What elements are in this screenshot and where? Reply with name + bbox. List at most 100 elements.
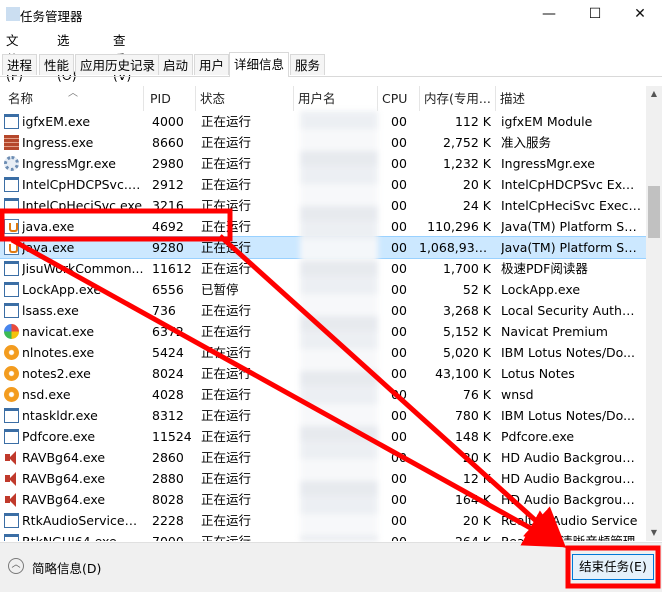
process-pid: 11524 [152, 429, 192, 444]
process-cpu: 00 [391, 156, 407, 171]
close-button[interactable]: ✕ [617, 0, 662, 28]
column-username[interactable]: 用户名 [294, 86, 378, 111]
window-icon [4, 429, 19, 444]
process-pid: 4000 [152, 114, 184, 129]
process-cpu: 00 [391, 177, 407, 192]
process-name: java.exe [22, 219, 75, 234]
vertical-scrollbar[interactable]: ▲ ▼ [646, 86, 662, 541]
process-name: Pdfcore.exe [22, 429, 96, 444]
tab-users[interactable]: 用户 [194, 54, 230, 75]
process-status: 正在运行 [201, 387, 252, 402]
process-name: nsd.exe [22, 387, 71, 402]
window-icon [4, 261, 19, 276]
java-icon [4, 219, 19, 234]
process-cpu: 00 [391, 114, 407, 129]
window-title: 任务管理器 [20, 9, 83, 24]
process-status: 正在运行 [201, 135, 252, 150]
column-pid[interactable]: PID [146, 86, 196, 111]
process-memory: 20 K [462, 513, 491, 528]
process-cpu: 00 [391, 282, 407, 297]
tab-processes[interactable]: 进程 [2, 54, 38, 75]
process-pid: 6372 [152, 324, 184, 339]
tab-details[interactable]: 详细信息 [229, 52, 290, 77]
tab-performance[interactable]: 性能 [39, 54, 75, 75]
navicat-icon [4, 324, 19, 339]
process-memory: 43,100 K [435, 366, 491, 381]
process-status: 正在运行 [201, 366, 252, 381]
process-description: HD Audio Backgroun... [501, 471, 641, 486]
process-cpu: 00 [391, 324, 407, 339]
process-status: 正在运行 [201, 303, 252, 318]
window-icon [4, 303, 19, 318]
process-memory: 1,232 K [443, 156, 491, 171]
process-memory: 264 K [419, 531, 491, 541]
column-memory[interactable]: 内存(专用... [420, 86, 496, 111]
process-name: java.exe [22, 240, 75, 255]
column-status[interactable]: 状态 [196, 86, 294, 111]
process-cpu: 00 [391, 450, 407, 465]
process-cpu: 00 [391, 492, 407, 507]
chevron-up-icon[interactable]: ︿ [8, 558, 24, 574]
process-pid: 6556 [152, 282, 184, 297]
process-name: igfxEM.exe [22, 114, 91, 129]
end-task-button[interactable]: 结束任务(E) [572, 554, 654, 580]
tab-services[interactable]: 服务 [290, 54, 326, 75]
process-name: ntaskldr.exe [22, 408, 98, 423]
orange-icon [4, 366, 19, 381]
process-description: Java(TM) Platform SE ... [501, 240, 641, 255]
window-icon [4, 114, 19, 129]
column-description[interactable]: 描述 [496, 86, 646, 111]
process-name: JisuWorkCommon... [22, 261, 144, 276]
scroll-up-icon[interactable]: ▲ [646, 86, 662, 102]
process-status: 正在运行 [201, 198, 252, 213]
process-memory: 5,020 K [443, 345, 491, 360]
column-header: ︿ 名称 PID 状态 用户名 CPU 内存(专用... 描述 [0, 86, 646, 111]
window-icon [4, 282, 19, 297]
process-cpu: 00 [391, 303, 407, 318]
process-status: 正在运行 [201, 177, 252, 192]
column-cpu[interactable]: CPU [378, 86, 420, 111]
process-description: wnsd [501, 387, 534, 402]
process-cpu: 00 [380, 531, 418, 541]
process-memory: 76 K [462, 387, 491, 402]
process-description: Local Security Authori... [501, 303, 641, 318]
process-name: navicat.exe [22, 324, 95, 339]
process-name: IntelCpHDCPSvc.exe [22, 177, 144, 192]
tab-app-history[interactable]: 应用历史记录 [75, 54, 161, 75]
column-name[interactable]: 名称 [4, 86, 144, 111]
process-memory: 20 K [462, 177, 491, 192]
speaker-icon [4, 492, 19, 507]
process-memory: 1,700 K [443, 261, 491, 276]
minimize-button[interactable]: — [526, 0, 572, 28]
process-memory: 112 K [454, 114, 491, 129]
process-status: 正在运行 [201, 261, 252, 276]
fewer-details-link[interactable]: 简略信息(D) [32, 558, 101, 577]
process-description: Realtek Audio Service [501, 513, 638, 528]
orange-icon [4, 387, 19, 402]
process-status: 正在运行 [201, 471, 252, 486]
process-pid: 2980 [152, 156, 184, 171]
process-status: 正在运行 [201, 345, 252, 360]
process-memory: 780 K [454, 408, 491, 423]
process-pid: 3216 [152, 198, 184, 213]
process-status: 正在运行 [201, 408, 252, 423]
window-icon [4, 408, 19, 423]
maximize-button[interactable]: ☐ [572, 0, 618, 28]
scroll-down-icon[interactable]: ▼ [646, 525, 662, 541]
process-status: 正在运行 [201, 531, 295, 541]
process-memory: 148 K [454, 429, 491, 444]
process-memory: 2,752 K [443, 135, 491, 150]
process-memory: 110,296 K [427, 219, 491, 234]
process-memory: 3,268 K [443, 303, 491, 318]
process-status: 正在运行 [201, 240, 252, 255]
process-pid: 8660 [152, 135, 184, 150]
process-description: HD Audio Backgroun... [501, 450, 641, 465]
tab-startup[interactable]: 启动 [158, 54, 194, 75]
window-icon [4, 534, 19, 541]
process-cpu: 00 [391, 219, 407, 234]
process-memory: 1,068,936... [419, 240, 491, 255]
scroll-thumb[interactable] [648, 186, 660, 238]
process-memory: 20 K [462, 450, 491, 465]
process-pid: 8028 [152, 492, 184, 507]
process-description: IngressMgr.exe [501, 156, 595, 171]
